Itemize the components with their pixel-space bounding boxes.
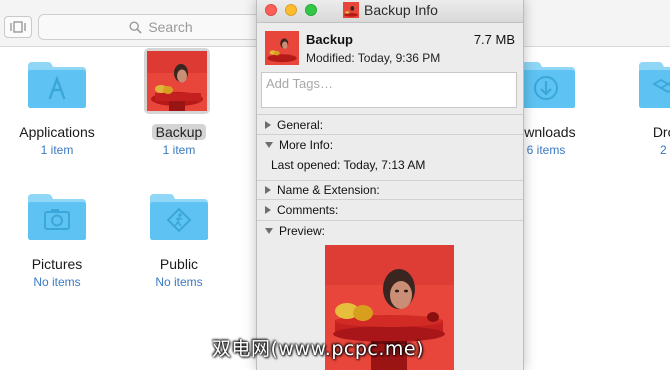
close-button[interactable] (265, 4, 277, 16)
folder-count: No items (33, 275, 81, 289)
section-label: General: (277, 118, 324, 132)
search-field[interactable]: Search (38, 14, 284, 40)
section-name-extension[interactable]: Name & Extension: (257, 181, 523, 199)
public-folder-icon (148, 190, 210, 242)
image-file-icon (343, 2, 359, 18)
folder-count: No items (155, 275, 203, 289)
folder-item-dropbox[interactable]: Drop 2 it (608, 58, 670, 157)
section-label: More Info: (279, 138, 334, 152)
folder-item-backup[interactable]: Backup 1 item (119, 124, 239, 157)
folder-name: Pictures (31, 256, 83, 272)
file-preview-icon (265, 31, 299, 65)
section-label: Preview: (279, 224, 326, 238)
search-placeholder: Search (148, 19, 193, 35)
disclosure-collapsed-icon[interactable] (265, 206, 271, 214)
minimize-button[interactable] (285, 4, 297, 16)
folder-item-public[interactable]: Public No items (119, 190, 239, 289)
folder-count: 1 item (40, 143, 74, 157)
search-icon (129, 20, 142, 34)
folder-item-applications[interactable]: Applications 1 item (0, 58, 117, 157)
section-divider (257, 114, 523, 115)
file-header: Backup 7.7 MB Modified: Today, 9:36 PM (257, 23, 523, 69)
backup-name-label: Backup (151, 124, 207, 140)
section-label: Name & Extension: (277, 183, 380, 197)
file-size: 7.7 MB (473, 32, 515, 47)
folder-name: Public (159, 256, 199, 272)
section-label: Comments: (277, 203, 339, 217)
applications-folder-icon (26, 58, 88, 110)
tags-input[interactable] (262, 73, 510, 94)
folder-item-pictures[interactable]: Pictures No items (0, 190, 117, 289)
window-titlebar[interactable]: Backup Info (257, 0, 523, 23)
folder-name: Drop (652, 124, 670, 140)
watermark-text: 双电网(www.pcpc.me) (212, 338, 424, 360)
zoom-button[interactable] (305, 4, 317, 16)
backup-image-thumbnail (147, 51, 207, 111)
folder-count: 2 it (659, 143, 670, 157)
tags-field[interactable] (261, 72, 517, 108)
disclosure-expanded-icon[interactable] (265, 228, 273, 234)
cover-flow-icon (10, 21, 26, 33)
backup-thumbnail-selection[interactable] (144, 48, 210, 114)
section-more-info[interactable]: More Info: (257, 136, 523, 154)
pictures-folder-icon (26, 190, 88, 242)
get-info-window: Backup Info Backup 7.7 MB Modified: Toda… (256, 0, 524, 370)
disclosure-expanded-icon[interactable] (265, 142, 273, 148)
section-preview[interactable]: Preview: (257, 222, 523, 240)
file-name: Backup (306, 32, 353, 47)
downloads-folder-icon (515, 58, 577, 110)
folder-name: Applications (19, 124, 95, 140)
section-divider (257, 134, 523, 135)
section-divider (257, 199, 523, 200)
section-divider (257, 220, 523, 221)
window-title: Backup Info (343, 2, 438, 18)
cover-flow-view-button[interactable] (4, 16, 32, 38)
disclosure-collapsed-icon[interactable] (265, 121, 271, 129)
disclosure-collapsed-icon[interactable] (265, 186, 271, 194)
last-opened-text: Last opened: Today, 7:13 AM (271, 158, 426, 172)
section-general[interactable]: General: (257, 116, 523, 134)
dropbox-folder-icon (637, 58, 670, 110)
section-comments[interactable]: Comments: (257, 201, 523, 219)
modified-date: Modified: Today, 9:36 PM (306, 51, 441, 65)
window-title-text: Backup Info (364, 2, 438, 18)
folder-count: 1 item (162, 143, 196, 157)
